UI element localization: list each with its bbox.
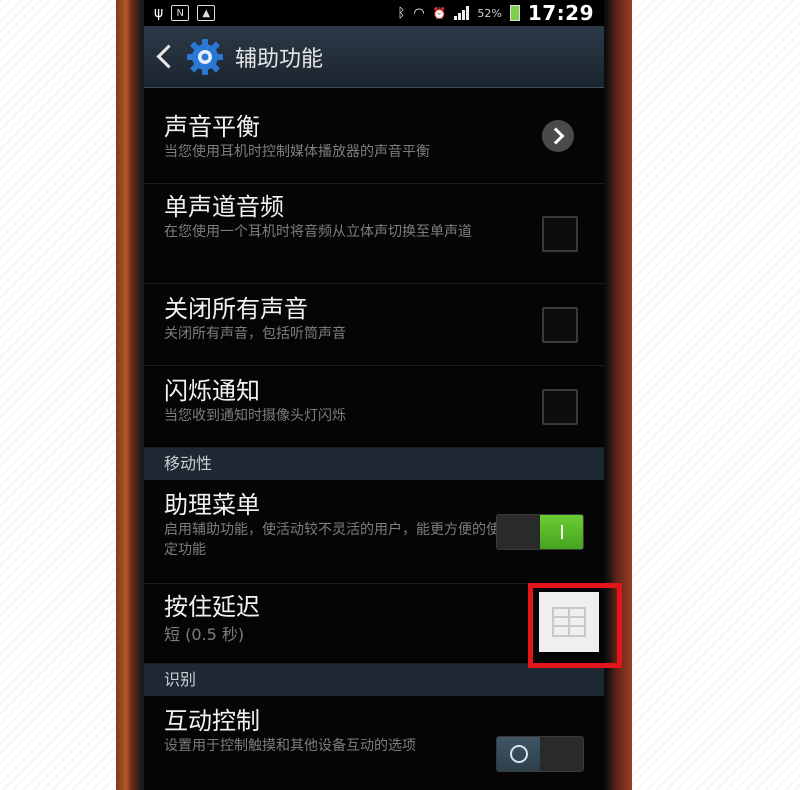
row-subtitle: 当您收到通知时摄像头灯闪烁 xyxy=(164,408,346,424)
section-header-mobility: 移动性 xyxy=(144,448,604,480)
mute-all-checkbox[interactable] xyxy=(542,306,578,343)
grid-icon xyxy=(552,607,586,637)
list-item-mute-all[interactable]: 关闭所有声音 关闭所有声音，包括听筒声音 xyxy=(144,284,604,366)
usb-icon: ψ xyxy=(154,5,164,21)
chevron-right-icon[interactable] xyxy=(542,119,574,152)
list-item-flash-notification[interactable]: 闪烁通知 当您收到通知时摄像头灯闪烁 xyxy=(144,366,604,448)
row-subtitle: 在您使用一个耳机时将音频从立体声切换至单声道 xyxy=(164,224,472,240)
row-subtitle: 启用辅助功能，使活动较不灵活的用户，能更方便的使用特定功能 xyxy=(164,522,528,558)
settings-gear-icon[interactable] xyxy=(185,37,225,77)
row-title: 声音平衡 xyxy=(164,113,260,141)
row-subtitle: 设置用于控制触摸和其他设备互动的选项 xyxy=(164,738,416,754)
battery-icon xyxy=(509,5,520,21)
row-title: 单声道音频 xyxy=(164,193,284,221)
clock: 17:29 xyxy=(527,1,594,25)
alarm-icon: ⏰ xyxy=(432,6,447,20)
n-icon: N xyxy=(171,5,190,21)
list-item-interaction-control[interactable]: 互动控制 设置用于控制触摸和其他设备互动的选项 xyxy=(144,696,604,790)
settings-list: 声音平衡 当您使用耳机时控制媒体播放器的声音平衡 单声道音频 在您使用一个耳机时… xyxy=(144,88,604,790)
back-icon[interactable] xyxy=(156,44,181,69)
phone-screen: ψ N ▲ ᛒ ◠ ⏰ 52% 17:29 辅助功能 声音平衡 当您使用耳机时控… xyxy=(144,0,604,790)
bluetooth-icon: ᛒ xyxy=(397,5,406,21)
signal-icon xyxy=(454,6,470,20)
wifi-icon: ◠ xyxy=(413,5,425,21)
row-subtitle: 当您使用耳机时控制媒体播放器的声音平衡 xyxy=(164,144,430,160)
list-item-sound-balance[interactable]: 声音平衡 当您使用耳机时控制媒体播放器的声音平衡 xyxy=(144,88,604,184)
page-title: 辅助功能 xyxy=(235,46,324,72)
row-subtitle: 短 (0.5 秒) xyxy=(164,625,245,644)
image-icon: ▲ xyxy=(197,5,216,21)
list-item-mono-audio[interactable]: 单声道音频 在您使用一个耳机时将音频从立体声切换至单声道 xyxy=(144,184,604,284)
flash-notification-checkbox[interactable] xyxy=(542,388,578,425)
row-title: 互动控制 xyxy=(164,707,260,735)
status-bar: ψ N ▲ ᛒ ◠ ⏰ 52% 17:29 xyxy=(144,0,604,26)
action-bar: 辅助功能 xyxy=(144,26,604,88)
row-subtitle: 关闭所有声音，包括听筒声音 xyxy=(164,326,346,342)
row-title: 闪烁通知 xyxy=(164,377,260,405)
interaction-control-toggle[interactable] xyxy=(496,736,584,772)
section-header-recognition: 识别 xyxy=(144,664,604,696)
assistant-menu-toggle[interactable] xyxy=(496,513,584,550)
hold-delay-tile[interactable] xyxy=(539,592,599,652)
mono-audio-checkbox[interactable] xyxy=(542,215,578,252)
row-title: 关闭所有声音 xyxy=(164,295,308,323)
phone-frame: ψ N ▲ ᛒ ◠ ⏰ 52% 17:29 辅助功能 声音平衡 当您使用耳机时控… xyxy=(116,0,632,790)
list-item-assistant-menu[interactable]: 助理菜单 启用辅助功能，使活动较不灵活的用户，能更方便的使用特定功能 xyxy=(144,480,604,584)
battery-percent: 52% xyxy=(477,6,502,20)
